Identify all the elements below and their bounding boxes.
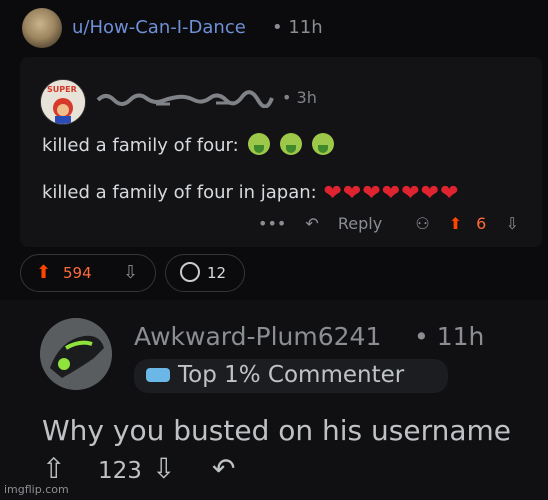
comment-bubble-icon xyxy=(180,262,200,282)
quoted-avatar[interactable]: SUPER xyxy=(40,79,86,125)
quoted-time: • 3h xyxy=(282,88,317,107)
quoted-actions: ••• ↶ Reply ⚇ ⬆ 6 ⇩ xyxy=(258,214,533,233)
quoted-line-2: killed a family of four in japan: ❤❤❤❤❤❤… xyxy=(42,182,459,205)
reply-vote-count: 123 xyxy=(98,458,142,484)
post-upvote-icon[interactable]: ⬆ xyxy=(36,262,51,283)
reply-time: • 11h xyxy=(414,322,485,351)
more-options-icon[interactable]: ••• xyxy=(258,214,286,233)
quoted-vote-count: 6 xyxy=(476,214,487,233)
quoted-line-1: killed a family of four: xyxy=(42,133,334,156)
reply-username[interactable]: Awkward-Plum6241 xyxy=(134,322,381,351)
flair-text: Top 1% Commenter xyxy=(178,362,405,388)
mario-avatar-icon: SUPER xyxy=(41,80,85,124)
poster-avatar[interactable] xyxy=(22,8,62,48)
quoted-line-1-text: killed a family of four: xyxy=(42,135,239,156)
comments-pill[interactable] xyxy=(165,254,245,292)
post-downvote-icon[interactable]: ⇩ xyxy=(123,262,138,283)
heart-emoji-icon: ❤ xyxy=(440,181,459,206)
nauseated-emoji-icon xyxy=(248,133,271,155)
heart-emoji-icon: ❤ xyxy=(362,181,381,206)
goggles-flair-icon xyxy=(146,368,170,382)
nauseated-emoji-icon xyxy=(280,133,303,155)
comment-count: 12 xyxy=(207,264,227,282)
reply-label: Reply xyxy=(337,214,383,233)
heart-emoji-icon: ❤ xyxy=(420,181,440,206)
award-icon[interactable]: ⚇ xyxy=(415,214,429,233)
quoted-line-2-text: killed a family of four in japan: xyxy=(42,182,317,203)
reply-downvote-icon[interactable]: ⇩ xyxy=(152,452,175,485)
heart-emoji-icon: ❤ xyxy=(401,181,420,206)
heart-emoji-icon: ❤ xyxy=(323,181,342,206)
heart-emoji-icon: ❤ xyxy=(342,181,362,206)
quoted-username-scrambled[interactable] xyxy=(96,88,274,113)
reply-text: Why you busted on his username xyxy=(42,414,512,447)
reply-icon: ↶ xyxy=(305,214,319,233)
post-time: • 11h xyxy=(272,17,323,38)
snoo-avatar-icon xyxy=(40,318,112,390)
svg-text:SUPER: SUPER xyxy=(47,85,77,94)
reply-upvote-icon[interactable]: ⇧ xyxy=(42,452,65,485)
heart-emoji-icon: ❤ xyxy=(381,181,401,206)
reply-avatar[interactable] xyxy=(40,318,112,390)
watermark: imgflip.com xyxy=(4,483,69,496)
post-vote-count: 594 xyxy=(63,264,92,282)
reply-button[interactable]: ↶ Reply xyxy=(305,214,396,233)
poster-username[interactable]: u/How-Can-I-Dance xyxy=(72,17,246,38)
nauseated-emoji-icon xyxy=(311,133,334,155)
upvote-icon[interactable]: ⬆ xyxy=(449,214,462,233)
downvote-icon[interactable]: ⇩ xyxy=(505,214,518,233)
reply-arrow-icon[interactable]: ↶ xyxy=(212,452,235,485)
